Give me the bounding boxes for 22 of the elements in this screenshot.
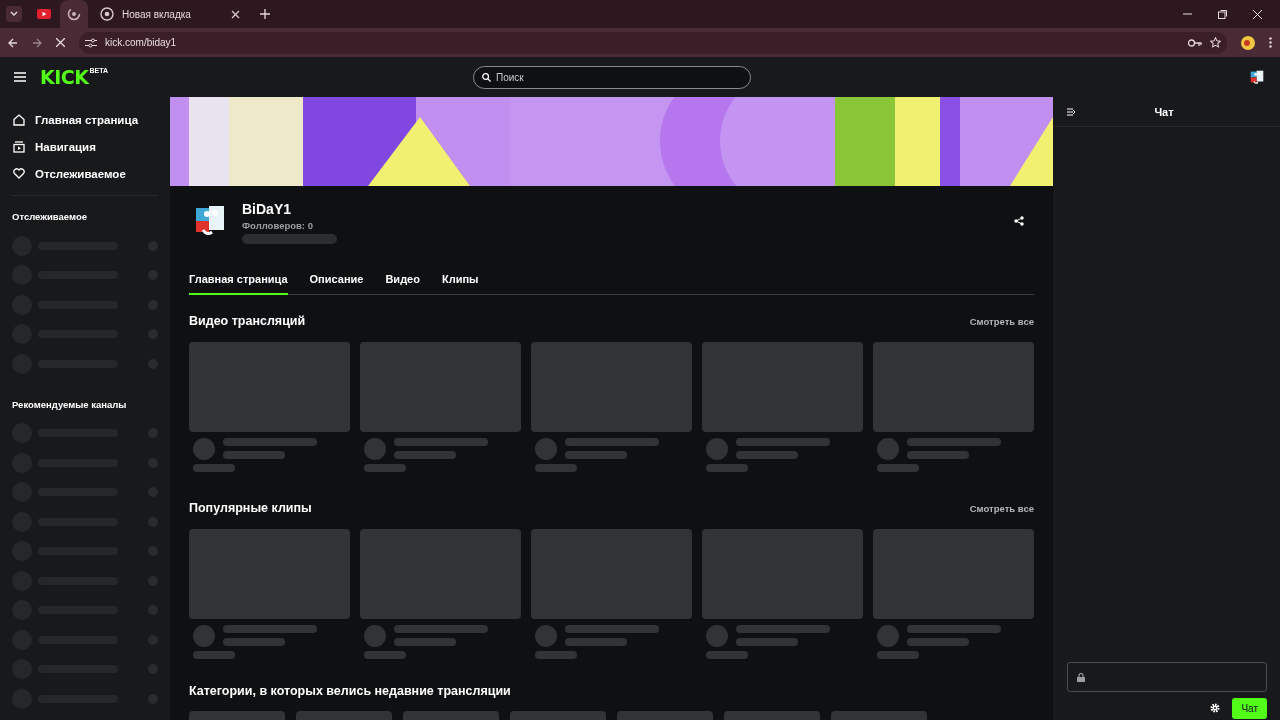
channel-tab[interactable]: Описание [309,269,364,295]
see-all-link[interactable]: Смотреть все [969,502,1034,514]
section-title: Категории, в которых велись недавние трансляции [189,684,511,698]
channel-name: BiDaY1 [242,200,293,218]
site-logo[interactable]: KICK [40,67,89,87]
channel-tab[interactable]: Главная страница [189,269,288,295]
nav-item[interactable]: Навигация [12,133,158,160]
search-field[interactable]: Поиск [473,65,751,89]
see-all-link[interactable]: Смотреть все [969,315,1034,327]
section-heading: Рекомендуемые каналы [12,398,128,410]
channel-tab[interactable]: Видео [385,269,420,295]
follower-count: Фолловеров: 0 [242,220,314,231]
section-heading: Отслеживаемое [12,211,88,222]
browser-tab[interactable]: Новая вкладка [90,0,250,28]
chat-title: Чат [1153,105,1175,118]
chat-send-button[interactable]: Чат [1232,697,1267,719]
nav-item[interactable]: Отслеживаемое [12,160,158,187]
address-field[interactable]: kick.com/biday1 [79,31,1227,54]
channel-tab[interactable]: Клипы [441,269,479,295]
nav-item[interactable]: Главная страница [12,106,158,133]
section-title: Видео трансляций [189,314,306,328]
section-title: Популярные клипы [189,501,312,515]
